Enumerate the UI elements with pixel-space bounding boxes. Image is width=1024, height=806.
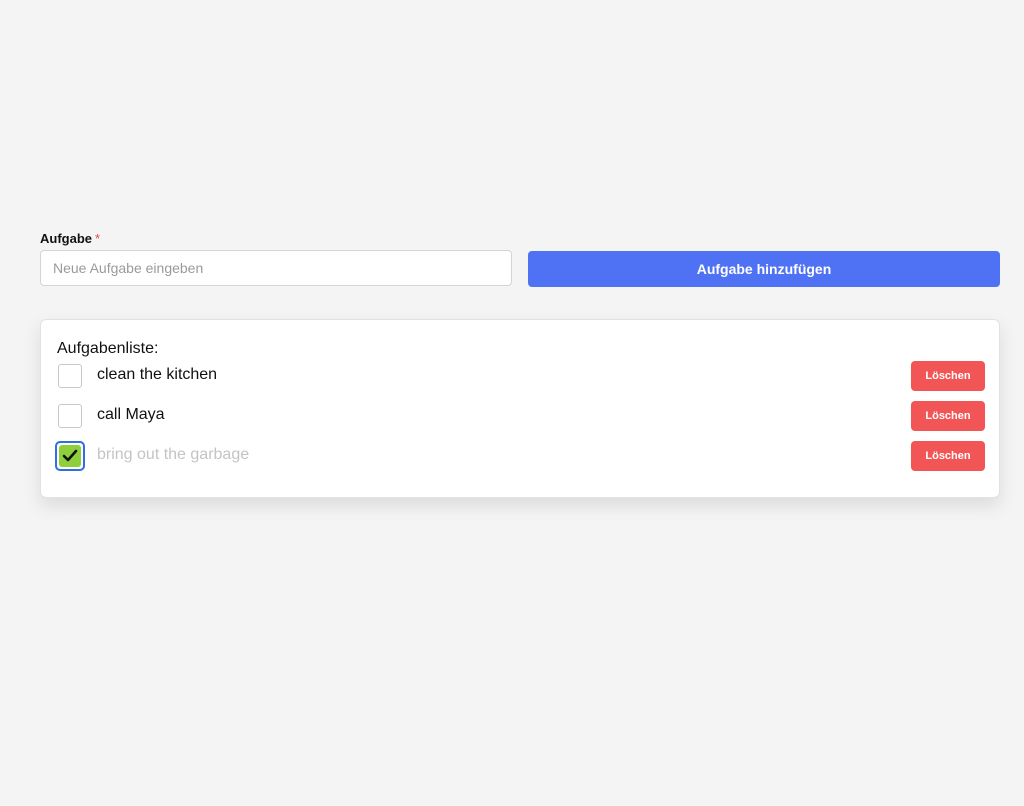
task-field-label-text: Aufgabe: [40, 231, 92, 246]
required-marker: *: [95, 231, 101, 246]
task-checkbox[interactable]: [58, 364, 82, 388]
task-item: call Maya Löschen: [57, 400, 985, 440]
add-task-button[interactable]: Aufgabe hinzufügen: [528, 251, 1000, 287]
task-checkbox-checked[interactable]: [55, 441, 85, 471]
add-task-form: Aufgabe* Aufgabe hinzufügen: [40, 230, 1000, 290]
task-checkbox[interactable]: [58, 404, 82, 428]
task-field-label: Aufgabe *: [40, 231, 100, 246]
task-text: clean the kitchen: [97, 366, 218, 383]
checkbox-fill: [59, 445, 81, 467]
page: Aufgabe* Aufgabe hinzufügen Aufgabenlist…: [0, 0, 1024, 806]
task-input[interactable]: [40, 250, 512, 286]
task-item: clean the kitchen Löschen: [57, 360, 985, 400]
task-text-done: bring out the garbage: [97, 446, 250, 463]
delete-task-button[interactable]: Löschen: [911, 361, 985, 391]
task-item: bring out the garbage Löschen: [55, 440, 985, 480]
task-list-card: Aufgabenliste: clean the kitchen Löschen…: [40, 319, 1000, 498]
task-list-title: Aufgabenliste:: [57, 340, 159, 357]
delete-task-button[interactable]: Löschen: [911, 441, 985, 471]
delete-task-button[interactable]: Löschen: [911, 401, 985, 431]
task-list: clean the kitchen Löschen call Maya Lösc…: [55, 360, 985, 480]
check-icon: [62, 449, 78, 462]
task-text: call Maya: [97, 406, 165, 423]
